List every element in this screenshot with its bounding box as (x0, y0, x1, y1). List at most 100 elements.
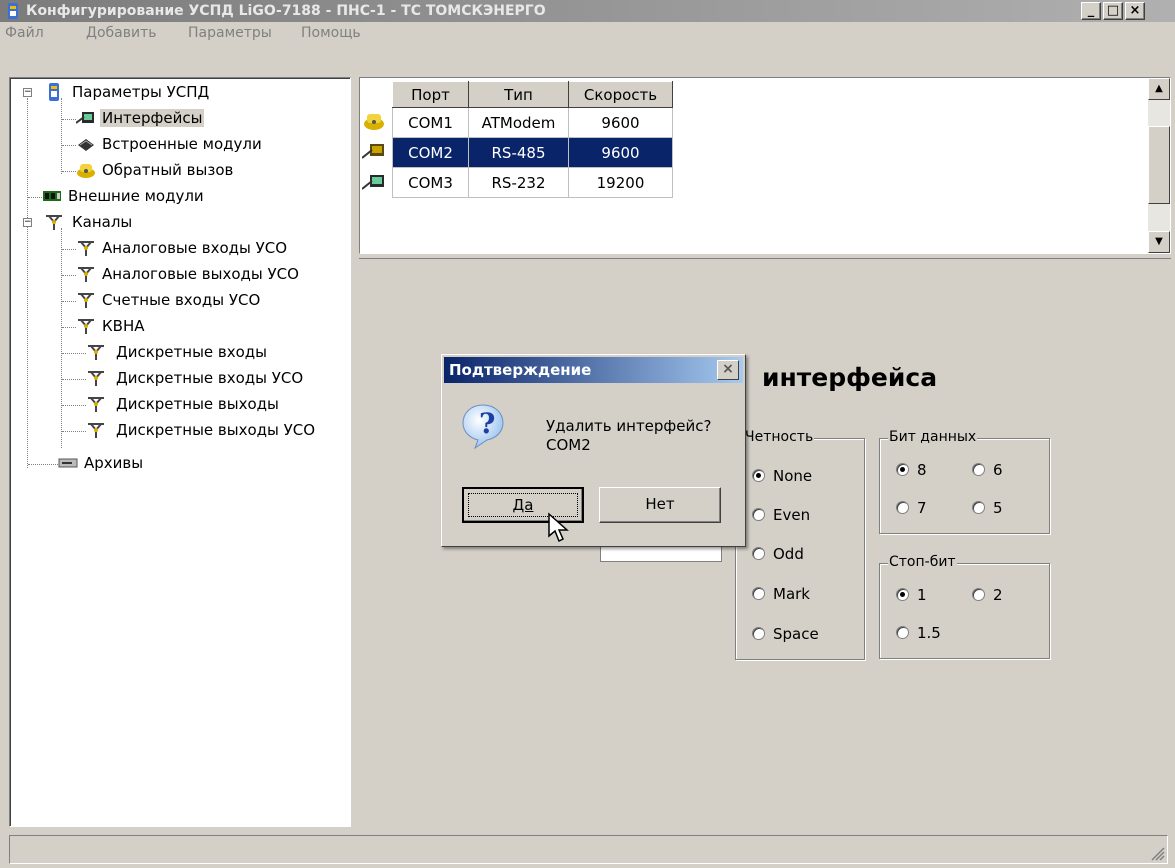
radio-icon (752, 547, 765, 560)
parity-option-none[interactable]: None (752, 467, 812, 485)
radio-icon (972, 588, 985, 601)
cell-port: COM2 (392, 137, 469, 168)
serial-port-icon (362, 144, 384, 159)
tree-item-discrete-in[interactable]: Дискретные входы (10, 340, 350, 366)
close-button[interactable]: × (1125, 2, 1145, 20)
config-tree[interactable]: − Параметры УСПД Интерфейсы Встроенные м… (9, 77, 351, 827)
maximize-button[interactable]: □ (1103, 2, 1123, 20)
dialog-close-button[interactable]: × (717, 360, 739, 380)
vertical-scrollbar[interactable]: ▲ ▼ (1148, 78, 1170, 253)
serial-port-icon (362, 175, 384, 190)
tree-item-label: Обратный вызов (102, 161, 234, 179)
parity-option-odd[interactable]: Odd (752, 545, 804, 563)
scroll-down-button[interactable]: ▼ (1148, 231, 1170, 253)
radio-icon (752, 587, 765, 600)
tree-item-label: Интерфейсы (100, 109, 205, 127)
window-title-bar[interactable]: Конфигурирование УСПД LiGO-7188 - ПНС-1 … (0, 0, 1175, 22)
radio-icon (896, 626, 909, 639)
menu-help[interactable]: Помощь (301, 25, 361, 41)
antenna-icon (78, 319, 94, 334)
tree-item-label: Дискретные входы УСО (116, 369, 304, 387)
scroll-thumb[interactable] (1148, 126, 1170, 204)
antenna-icon (78, 241, 94, 256)
phone-icon (364, 114, 384, 130)
column-header-port[interactable]: Порт (392, 81, 469, 108)
tree-item-external-modules[interactable]: Внешние модули (10, 184, 350, 210)
tree-item-label: Внешние модули (68, 187, 204, 205)
radio-checked-icon (752, 469, 765, 482)
dialog-title-bar[interactable]: Подтверждение × (444, 357, 743, 383)
minimize-button[interactable]: _ (1081, 2, 1101, 20)
table-row-selected[interactable]: COM2 RS-485 9600 (392, 137, 673, 168)
antenna-icon (88, 397, 104, 412)
menu-add[interactable]: Добавить (86, 25, 156, 41)
menu-parameters[interactable]: Параметры (188, 25, 272, 41)
tree-item-discrete-in-uso[interactable]: Дискретные входы УСО (10, 366, 350, 392)
menu-file[interactable]: Файл (5, 25, 44, 41)
antenna-icon (88, 371, 104, 386)
cell-speed: 9600 (568, 137, 673, 168)
radio-checked-icon (896, 588, 909, 601)
group-title: Стоп-бит (888, 554, 957, 570)
dialog-message: Удалить интерфейс? (546, 417, 712, 435)
stop-bits-option-2[interactable]: 2 (972, 586, 1003, 604)
tree-item-label: Каналы (72, 213, 133, 231)
table-row[interactable]: COM3 RS-232 19200 (392, 167, 673, 198)
tree-item-analog-in[interactable]: Аналоговые входы УСО (10, 236, 350, 262)
tree-item-kvna[interactable]: КВНА (10, 314, 350, 340)
tree-item-label: Встроенные модули (102, 135, 262, 153)
ports-list-panel[interactable]: Порт Тип Скорость COM1 ATModem 9600 COM2… (359, 77, 1171, 254)
data-bits-option-8[interactable]: 8 (896, 461, 927, 479)
tree-item-builtin-modules[interactable]: Встроенные модули (10, 132, 350, 158)
column-header-speed[interactable]: Скорость (568, 81, 673, 108)
app-icon (8, 3, 18, 19)
ports-table[interactable]: Порт Тип Скорость COM1 ATModem 9600 COM2… (392, 81, 673, 198)
tree-item-root[interactable]: − Параметры УСПД (10, 80, 350, 106)
collapse-icon[interactable]: − (23, 88, 32, 97)
tree-item-archives[interactable]: Архивы (10, 451, 350, 477)
tree-item-channels[interactable]: − Каналы (10, 210, 350, 236)
table-row[interactable]: COM1 ATModem 9600 (392, 107, 673, 138)
tree-item-label: Счетные входы УСО (102, 291, 261, 309)
tree-item-callback[interactable]: Обратный вызов (10, 158, 350, 184)
parity-option-even[interactable]: Even (752, 506, 810, 524)
phone-icon (77, 164, 95, 178)
cell-port: COM3 (392, 167, 469, 198)
parity-option-space[interactable]: Space (752, 625, 819, 643)
tree-item-discrete-out-uso[interactable]: Дискретные выходы УСО (10, 418, 350, 444)
tree-item-analog-out[interactable]: Аналоговые выходы УСО (10, 262, 350, 288)
radio-icon (972, 463, 985, 476)
data-bits-group: Бит данных 8 6 7 5 (879, 429, 1050, 534)
radio-icon (752, 627, 765, 640)
data-bits-option-5[interactable]: 5 (972, 499, 1003, 517)
question-glyph: ? (479, 407, 496, 440)
resize-grip-icon[interactable] (1151, 847, 1165, 861)
data-bits-option-6[interactable]: 6 (972, 461, 1003, 479)
collapse-icon[interactable]: − (23, 218, 32, 227)
dialog-message-port: COM2 (546, 436, 591, 454)
confirm-dialog[interactable]: Подтверждение × ? Удалить интерфейс? COM… (441, 354, 746, 547)
disk-drive-icon (58, 458, 78, 468)
tree-item-counter-in[interactable]: Счетные входы УСО (10, 288, 350, 314)
window-title: Конфигурирование УСПД LiGO-7188 - ПНС-1 … (26, 3, 546, 19)
no-button[interactable]: Нет (599, 487, 721, 523)
status-bar (9, 835, 1168, 864)
stop-bits-group: Стоп-бит 1 2 1.5 (879, 554, 1050, 659)
dialog-title: Подтверждение (449, 361, 592, 379)
stop-bits-option-1[interactable]: 1 (896, 586, 927, 604)
tree-item-discrete-out[interactable]: Дискретные выходы (10, 392, 350, 418)
data-bits-option-7[interactable]: 7 (896, 499, 927, 517)
cell-type: RS-232 (468, 167, 569, 198)
cell-speed: 9600 (568, 107, 673, 138)
scroll-up-button[interactable]: ▲ (1148, 78, 1170, 100)
menu-bar: Файл Добавить Параметры Помощь (0, 22, 1175, 44)
antenna-icon (88, 423, 104, 438)
tree-item-label: КВНА (102, 317, 145, 335)
radio-icon (972, 501, 985, 514)
tree-item-interfaces[interactable]: Интерфейсы (10, 106, 350, 132)
radio-checked-icon (896, 463, 909, 476)
cell-type: ATModem (468, 107, 569, 138)
column-header-type[interactable]: Тип (468, 81, 569, 108)
parity-option-mark[interactable]: Mark (752, 585, 810, 603)
stop-bits-option-1-5[interactable]: 1.5 (896, 624, 941, 642)
